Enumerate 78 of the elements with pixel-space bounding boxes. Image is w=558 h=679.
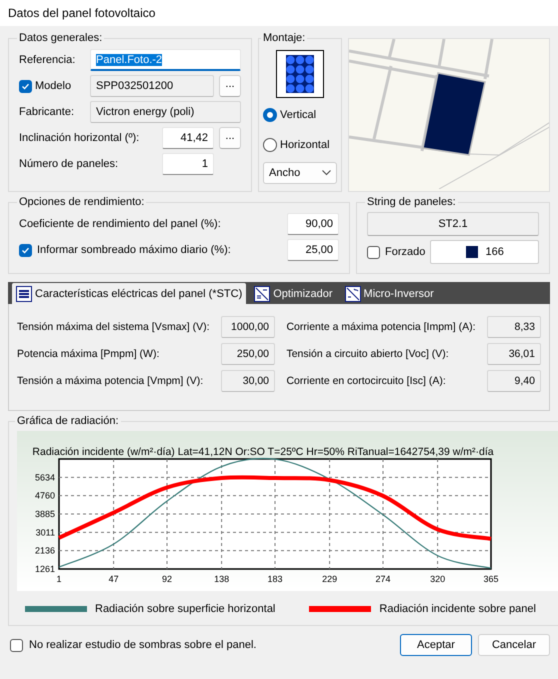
x-tick-label: 47 — [108, 574, 119, 584]
x-tick-label: 1 — [56, 574, 62, 584]
legend-label: Radiación sobre superficie horizontal — [95, 603, 276, 615]
field-label: Referencia: — [19, 54, 76, 66]
field-label: Tensión a máxima potencia [Vmpm] (V): — [17, 375, 204, 387]
tab[interactable]: Características eléctricas del panel (*STC) — [12, 283, 246, 304]
dialog-button[interactable]: Cancelar — [478, 634, 550, 656]
color-number: 166 — [486, 246, 504, 258]
color-field[interactable]: 166 — [430, 240, 539, 264]
field-label: Informar sombreado máximo diario (%): — [37, 244, 232, 256]
group-title: Datos generales: — [18, 32, 104, 44]
y-tick-label: 4760 — [34, 490, 55, 501]
legend-swatch — [25, 606, 87, 612]
number-field[interactable]: 1 — [162, 153, 214, 175]
check-icon — [21, 82, 30, 90]
tab[interactable]: Micro-Inversor — [340, 284, 438, 304]
x-tick-label: 320 — [430, 574, 446, 584]
checkbox-label: Forzado — [385, 246, 426, 258]
field-label: Corriente en cortocircuito [Isc] (A): — [286, 375, 447, 387]
diagram-icon — [344, 286, 361, 302]
x-tick-label: 92 — [162, 574, 172, 584]
checkbox-label: No realizar estudio de sombras sobre el panel. — [29, 639, 258, 651]
legend-label: Radiación incidente sobre panel — [379, 603, 536, 615]
value-field: 1000,00 — [221, 316, 276, 338]
browse-button[interactable]: ... — [219, 127, 241, 149]
value-field: 30,00 — [221, 370, 276, 392]
field-label: Fabricante: — [19, 106, 76, 118]
legend-swatch — [309, 606, 372, 612]
radio-button[interactable] — [263, 108, 277, 122]
x-tick-label: 365 — [483, 574, 499, 584]
group-title: Montaje: — [262, 32, 306, 44]
field-label: Inclinación horizontal (º): — [19, 132, 140, 144]
field-label: Número de paneles: — [19, 158, 120, 170]
value-field: 8,33 — [486, 316, 541, 338]
solar-panel-icon — [276, 50, 324, 98]
text-field[interactable]: Panel.Foto.-2 — [90, 49, 241, 71]
checkbox[interactable] — [10, 638, 23, 652]
y-tick-label: 5634 — [34, 472, 55, 482]
y-tick-label: 1261 — [34, 564, 55, 574]
field-label: Tensión máxima del sistema [Vsmax] (V): — [17, 321, 210, 333]
list-icon — [16, 286, 32, 302]
radio-label: Horizontal — [280, 139, 330, 151]
group-title: Gráfica de radiación: — [16, 415, 120, 427]
number-field[interactable]: 90,00 — [287, 213, 339, 235]
x-tick-label: 274 — [375, 574, 391, 584]
x-tick-label: 138 — [214, 574, 230, 584]
group-title: Opciones de rendimiento: — [18, 196, 146, 208]
window-title: Datos del panel fotovoltaico — [0, 0, 558, 26]
check-icon — [21, 246, 30, 254]
value-field: 36,01 — [486, 343, 541, 365]
x-tick-label: 229 — [322, 574, 338, 584]
radio-button[interactable] — [263, 138, 277, 152]
value-field: 250,00 — [221, 343, 276, 365]
y-tick-label: 3011 — [36, 527, 55, 538]
value-field: 9,40 — [486, 370, 541, 392]
y-tick-label: 3885 — [34, 509, 55, 519]
diagram-icon — [254, 286, 270, 302]
checkbox[interactable] — [19, 80, 32, 92]
browse-button[interactable]: ... — [219, 75, 241, 97]
field-label: Coeficiente de rendimiento del panel (%): — [19, 218, 222, 230]
chevron-down-icon — [322, 170, 331, 176]
checkbox[interactable] — [19, 244, 32, 256]
checkbox-label: Modelo — [35, 80, 72, 92]
group-title: String de paneles: — [366, 196, 457, 208]
y-tick-label: 2136 — [34, 546, 55, 556]
dialog-button[interactable]: Aceptar — [400, 634, 472, 656]
dropdown[interactable]: Ancho — [263, 162, 337, 184]
tab[interactable]: Optimizador — [250, 284, 337, 304]
field-label: Potencia máxima [Pmpm] (W): — [17, 348, 160, 360]
number-field[interactable]: 41,42 — [162, 127, 214, 149]
radio-label: Vertical — [280, 109, 316, 121]
string-name-field: ST2.1 — [367, 212, 539, 236]
chart-title: Radiación incidente (w/m²·día) Lat=41,12N Or:SO T=25ºC Hr=50% RiTanual=1642754,39 w/m²·día — [32, 446, 494, 458]
number-field[interactable]: 25,00 — [287, 239, 339, 261]
checkbox[interactable] — [367, 246, 380, 258]
field-label: Tensión a circuito abierto [Voc] (V): — [286, 348, 450, 360]
x-tick-label: 183 — [267, 574, 283, 584]
field-label: Corriente a máxima potencia [Impm] (A): — [286, 321, 476, 333]
